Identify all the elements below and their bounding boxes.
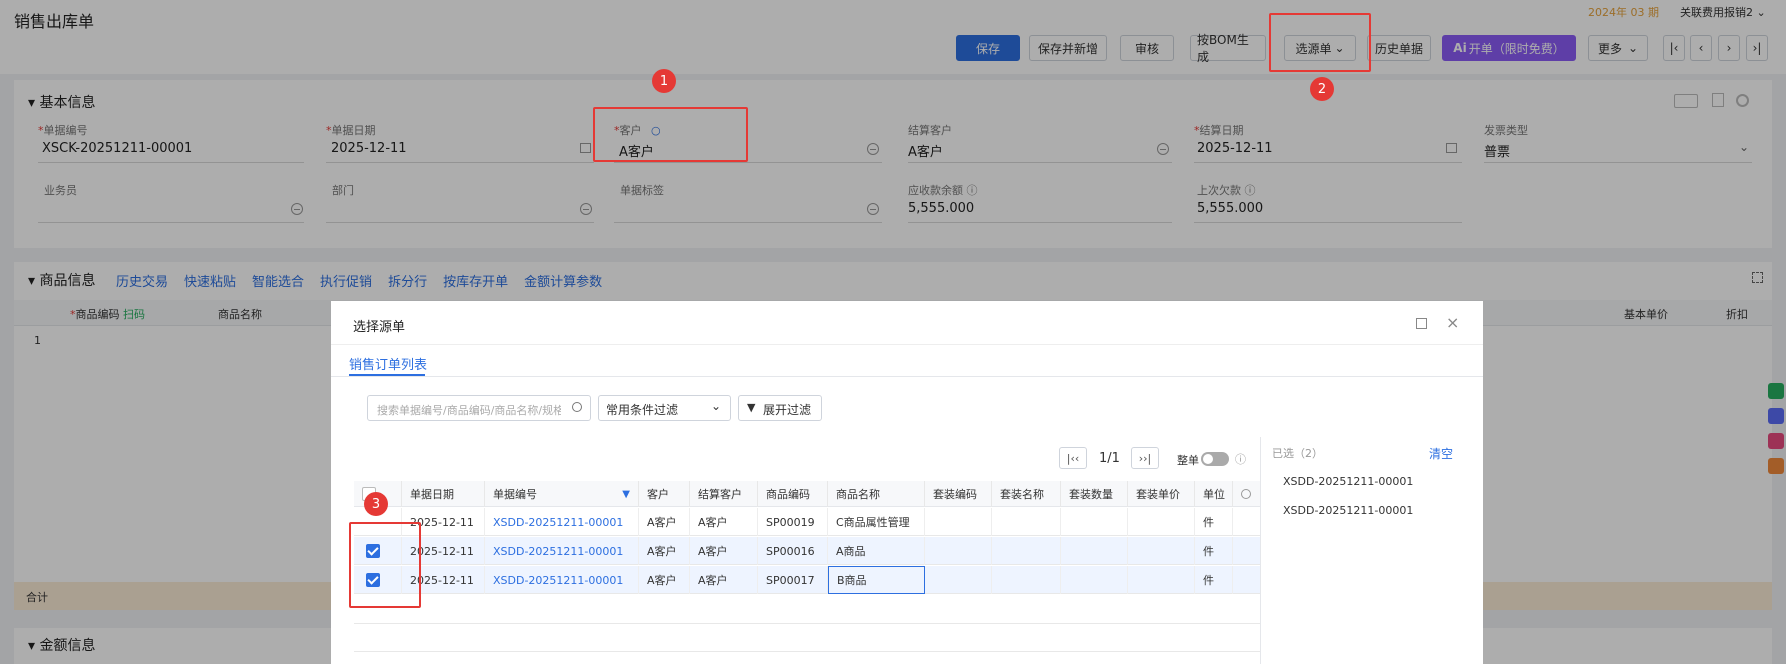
col-goods-code: 商品编码 (758, 481, 828, 507)
row-goods-code: SP00019 (758, 508, 828, 536)
col-customer: 客户 (639, 481, 690, 507)
col-goods-name: 商品名称 (828, 481, 925, 507)
tab-sales-order-list[interactable]: 销售订单列表 (349, 354, 427, 373)
col-set-code: 套装编码 (925, 481, 992, 507)
search-placeholder: 搜索单据编号/商品编码/商品名称/规格 (377, 404, 561, 417)
row-unit: 件 (1195, 566, 1233, 594)
col-set-price: 套装单价 (1128, 481, 1195, 507)
row-doc-no-link[interactable]: XSDD-20251211-00001 (485, 566, 639, 594)
row-unit: 件 (1195, 537, 1233, 565)
filter-select-value: 常用条件过滤 (606, 403, 679, 417)
row-goods-name[interactable]: B商品 (828, 566, 925, 594)
annotation-badge-2: 2 (1310, 77, 1334, 101)
table-row[interactable]: 2025-12-11 XSDD-20251211-00001 A客户 A客户 S… (354, 508, 1260, 536)
col-doc-date: 单据日期 (402, 481, 485, 507)
filter-select[interactable]: 常用条件过滤 ⌄ (598, 395, 731, 421)
modal-title: 选择源单 (353, 320, 406, 335)
row-doc-no-link[interactable]: XSDD-20251211-00001 (485, 537, 639, 565)
expand-filter-label: 展开过滤 (763, 403, 812, 417)
help-icon[interactable]: ⓘ (1235, 451, 1246, 467)
selected-count-label: 已选（2） (1272, 447, 1323, 460)
row-goods-name: A商品 (828, 537, 925, 565)
search-icon[interactable] (572, 402, 582, 412)
filter-icon: ▼ (747, 401, 756, 414)
table-row[interactable]: 2025-12-11 XSDD-20251211-00001 A客户 A客户 S… (354, 566, 1260, 594)
selected-item: XSDD-20251211-00001 (1283, 504, 1414, 517)
annotation-box-select-source (1269, 13, 1371, 72)
annotation-box-checkboxes (349, 522, 421, 608)
close-icon[interactable]: × (1446, 313, 1459, 332)
table-row[interactable]: 2025-12-11 XSDD-20251211-00001 A客户 A客户 S… (354, 537, 1260, 565)
annotation-badge-3: 3 (364, 492, 388, 516)
row-settle-customer: A客户 (690, 566, 758, 594)
row-customer: A客户 (639, 508, 690, 536)
page-first-button[interactable]: |‹‹ (1059, 447, 1087, 469)
row-goods-code: SP00017 (758, 566, 828, 594)
whole-doc-toggle[interactable] (1201, 452, 1229, 466)
col-doc-no: 单据编号 ▼ (485, 481, 639, 507)
gear-icon[interactable] (1241, 489, 1251, 499)
row-doc-no-link[interactable]: XSDD-20251211-00001 (485, 508, 639, 536)
page-last-button[interactable]: ››| (1131, 447, 1159, 469)
modal-header (331, 301, 1483, 345)
col-unit: 单位 (1195, 481, 1233, 507)
column-settings-cell (1233, 481, 1260, 507)
col-settle-customer: 结算客户 (690, 481, 758, 507)
chevron-down-icon: ⌄ (711, 399, 722, 413)
expand-filter-button[interactable]: ▼ 展开过滤 (738, 395, 822, 421)
selected-item: XSDD-20251211-00001 (1283, 475, 1414, 488)
row-settle-customer: A客户 (690, 508, 758, 536)
row-customer: A客户 (639, 566, 690, 594)
maximize-icon[interactable] (1416, 318, 1427, 329)
clear-selected-link[interactable]: 清空 (1429, 445, 1453, 462)
annotation-box-customer (593, 107, 748, 162)
row-settle-customer: A客户 (690, 537, 758, 565)
col-set-name: 套装名称 (992, 481, 1061, 507)
search-input[interactable]: 搜索单据编号/商品编码/商品名称/规格 (367, 395, 591, 421)
annotation-badge-1: 1 (652, 69, 676, 93)
row-customer: A客户 (639, 537, 690, 565)
page-indicator: 1/1 (1099, 451, 1120, 466)
row-goods-name: C商品属性管理 (828, 508, 925, 536)
whole-doc-label: 整单 (1177, 454, 1199, 467)
filter-icon[interactable]: ▼ (622, 489, 630, 500)
row-goods-code: SP00016 (758, 537, 828, 565)
row-unit: 件 (1195, 508, 1233, 536)
source-table-header: 单据日期 单据编号 ▼ 客户 结算客户 商品编码 商品名称 套装编码 套装名称 套… (354, 481, 1260, 507)
col-set-qty: 套装数量 (1061, 481, 1128, 507)
select-source-modal: 选择源单 × 销售订单列表 搜索单据编号/商品编码/商品名称/规格 常用条件过滤… (331, 301, 1483, 664)
